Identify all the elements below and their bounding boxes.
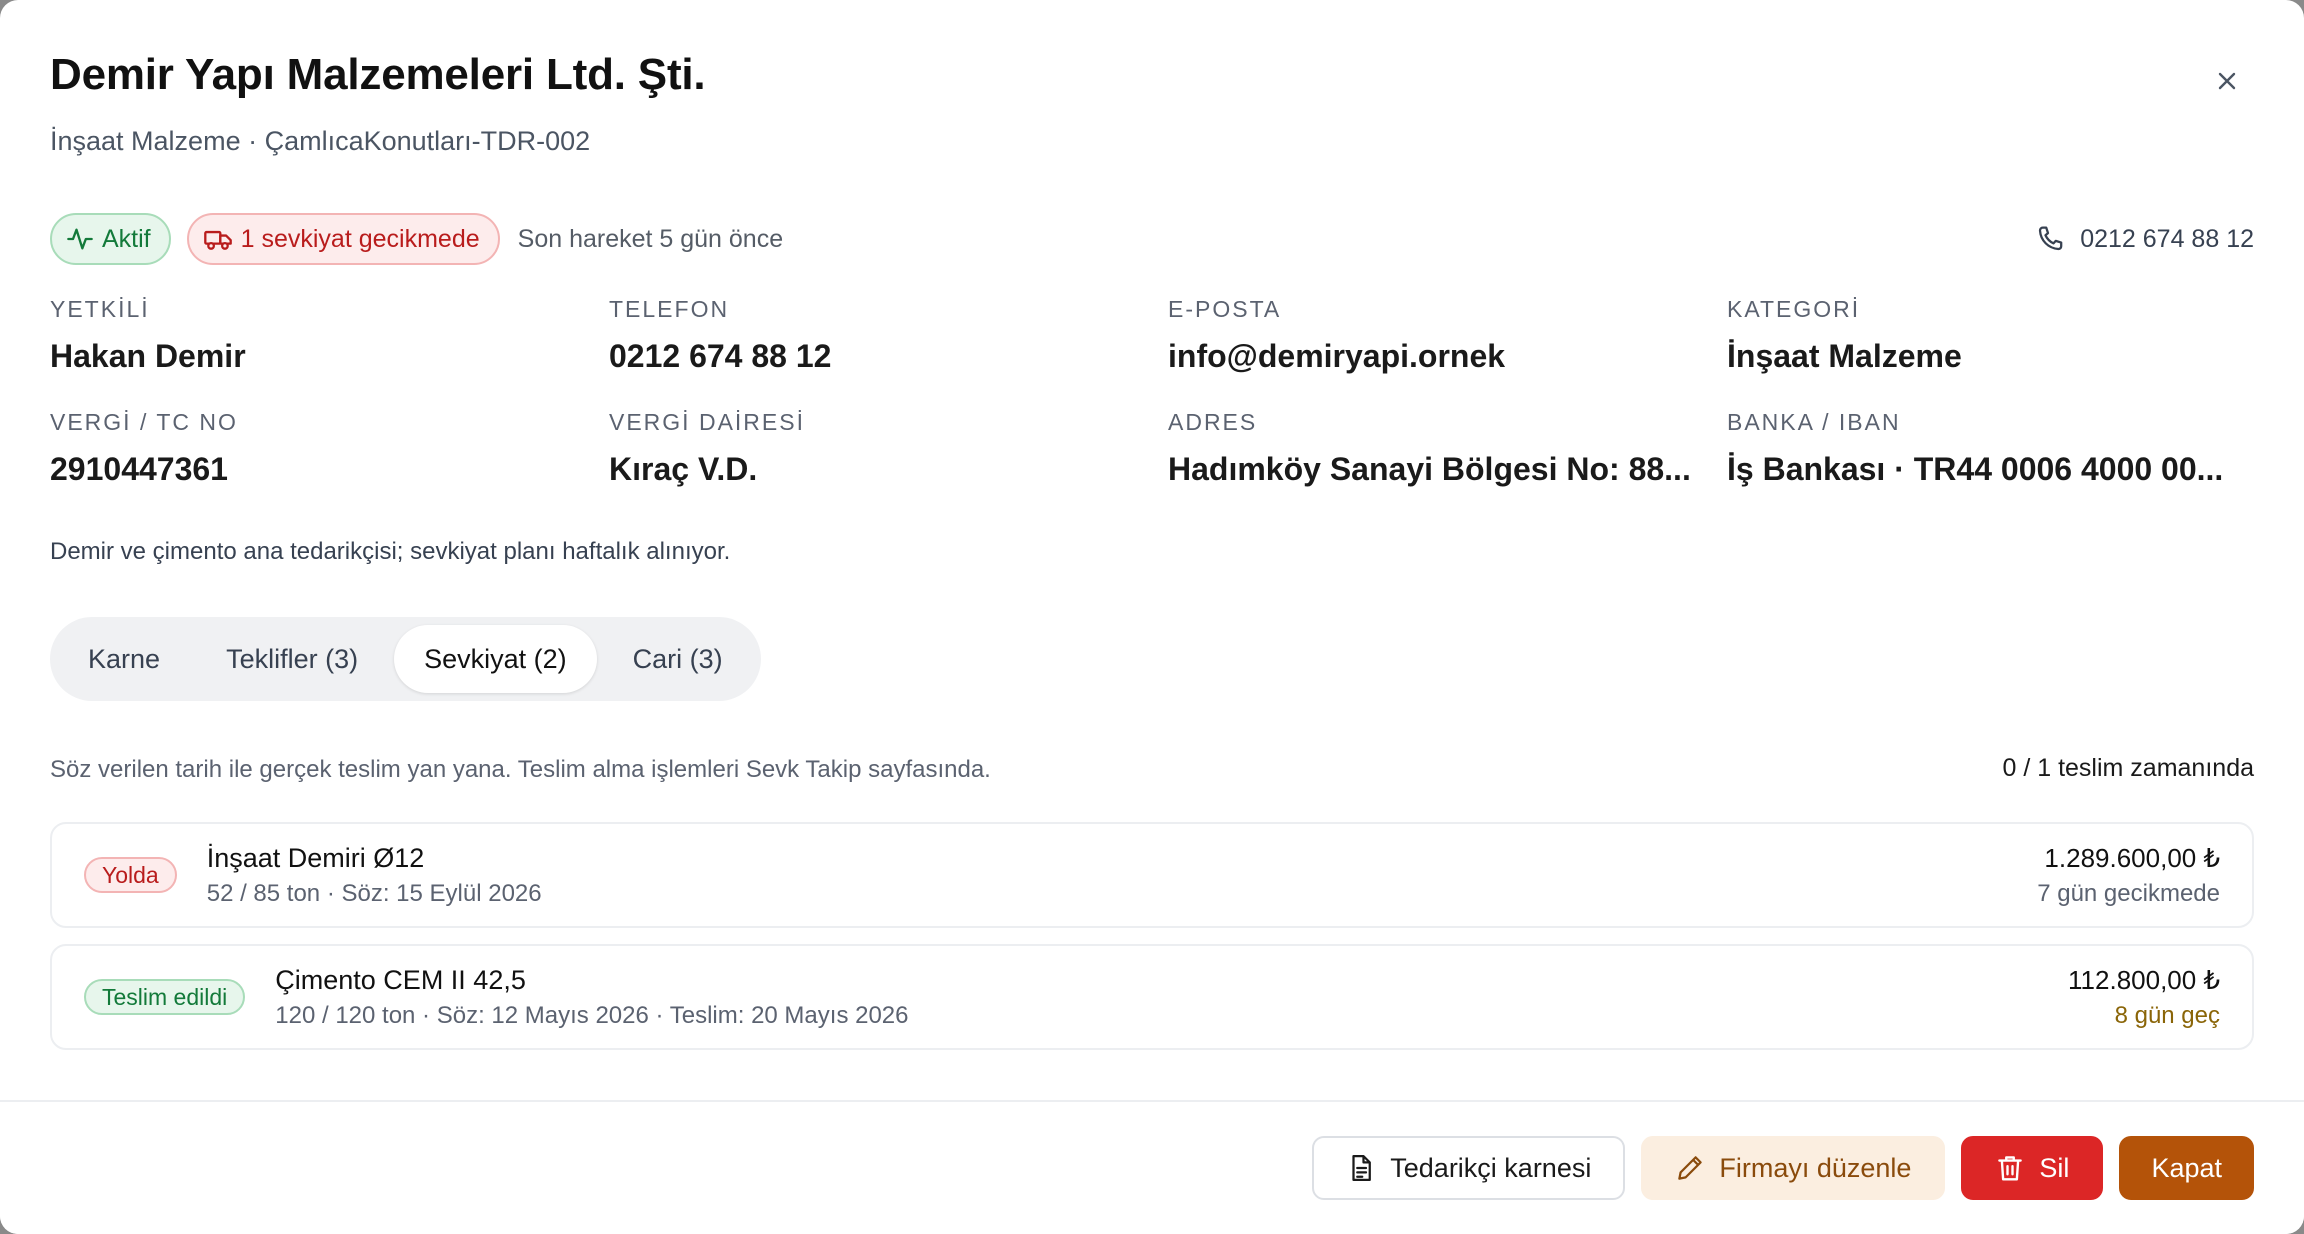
field-tax-office: VERGİ DAİRESİ Kıraç V.D. bbox=[609, 409, 1168, 488]
last-activity-text: Son hareket 5 gün önce bbox=[517, 224, 784, 253]
field-value: Hakan Demir bbox=[50, 338, 246, 374]
field-label: YETKİLİ bbox=[50, 296, 150, 322]
close-button[interactable]: Kapat bbox=[2119, 1136, 2254, 1200]
tab-account[interactable]: Cari (3) bbox=[603, 625, 753, 693]
modal-footer: Tedarikçi karnesi Firmayı düzenle Sil Ka… bbox=[0, 1100, 2304, 1234]
shipment-info: İnşaat Demiri Ø12 52 / 85 ton · Söz: 15 … bbox=[207, 843, 2037, 908]
shipment-row[interactable]: Teslim edildi Çimento CEM II 42,5 120 / … bbox=[50, 944, 2254, 1050]
shipment-row[interactable]: Yolda İnşaat Demiri Ø12 52 / 85 ton · Sö… bbox=[50, 822, 2254, 928]
phone-number: 0212 674 88 12 bbox=[2080, 224, 2254, 253]
field-label: TELEFON bbox=[609, 296, 730, 322]
shipment-delay: 7 gün gecikmede bbox=[2037, 879, 2220, 907]
shipment-amount: 1.289.600,00 ₺ bbox=[2044, 842, 2220, 873]
field-tax-number: VERGİ / TC NO 2910447361 bbox=[50, 409, 609, 488]
supplier-detail-modal: Demir Yapı Malzemeleri Ltd. Şti. İnşaat … bbox=[0, 0, 2304, 1234]
field-value: İş Bankası · TR44 0006 4000 00... bbox=[1727, 451, 2224, 487]
phone-link[interactable]: 0212 674 88 12 bbox=[2034, 218, 2254, 260]
field-email: E-POSTA info@demiryapi.ornek bbox=[1168, 296, 1727, 375]
shipment-summary: 112.800,00 ₺ 8 gün geç bbox=[2068, 965, 2220, 1030]
document-icon bbox=[1346, 1153, 1376, 1183]
shipment-item-name: Çimento CEM II 42,5 bbox=[275, 964, 526, 995]
shipment-detail: 52 / 85 ton · Söz: 15 Eylül 2026 bbox=[206, 879, 542, 907]
field-label: VERGİ / TC NO bbox=[50, 409, 238, 435]
scorecard-button-label: Tedarikçi karnesi bbox=[1390, 1152, 1592, 1183]
active-badge: Aktif bbox=[50, 213, 171, 265]
shipment-info: Çimento CEM II 42,5 120 / 120 ton · Söz:… bbox=[275, 965, 2068, 1030]
supplier-info-grid: YETKİLİ Hakan Demir TELEFON 0212 674 88 … bbox=[50, 296, 2254, 488]
field-value: Hadımköy Sanayi Bölgesi No: 88... bbox=[1168, 451, 1691, 487]
delete-button-label: Sil bbox=[2039, 1152, 2070, 1183]
shipment-item-name: İnşaat Demiri Ø12 bbox=[206, 842, 425, 873]
field-value: Kıraç V.D. bbox=[609, 451, 758, 487]
pencil-icon bbox=[1675, 1153, 1705, 1183]
field-category: KATEGORİ İnşaat Malzeme bbox=[1727, 296, 2254, 375]
modal-content: Demir Yapı Malzemeleri Ltd. Şti. İnşaat … bbox=[50, 0, 2254, 1100]
trash-icon bbox=[1995, 1153, 2025, 1183]
delete-button[interactable]: Sil bbox=[1961, 1136, 2104, 1200]
shipment-amount: 112.800,00 ₺ bbox=[2068, 964, 2220, 995]
tab-offers[interactable]: Teklifler (3) bbox=[196, 625, 388, 693]
activity-icon bbox=[66, 225, 94, 253]
shipments-info: Söz verilen tarih ile gerçek teslim yan … bbox=[50, 756, 991, 783]
late-shipment-badge: 1 sevkiyat gecikmede bbox=[186, 213, 500, 265]
field-value: 0212 674 88 12 bbox=[609, 338, 832, 374]
field-bank-iban: BANKA / IBAN İş Bankası · TR44 0006 4000… bbox=[1727, 409, 2254, 488]
close-icon[interactable] bbox=[2210, 64, 2244, 98]
detail-tabs: Karne Teklifler (3) Sevkiyat (2) Cari (3… bbox=[50, 617, 761, 701]
supplier-subtitle: İnşaat Malzeme · ÇamlıcaKonutları-TDR-00… bbox=[50, 126, 591, 156]
status-badges: Aktif 1 sevkiyat gecikmede Son hareket 5… bbox=[50, 213, 783, 265]
supplier-name: Demir Yapı Malzemeleri Ltd. Şti. bbox=[50, 50, 706, 99]
active-badge-label: Aktif bbox=[102, 224, 151, 253]
field-address: ADRES Hadımköy Sanayi Bölgesi No: 88... bbox=[1168, 409, 1727, 488]
scorecard-button[interactable]: Tedarikçi karnesi bbox=[1312, 1136, 1626, 1200]
shipment-delay: 8 gün geç bbox=[2114, 1001, 2220, 1029]
tab-scorecard[interactable]: Karne bbox=[58, 625, 190, 693]
edit-company-button[interactable]: Firmayı düzenle bbox=[1641, 1136, 1946, 1200]
footer-actions: Tedarikçi karnesi Firmayı düzenle Sil Ka… bbox=[1312, 1136, 2254, 1200]
field-label: VERGİ DAİRESİ bbox=[609, 409, 805, 435]
late-badge-label: 1 sevkiyat gecikmede bbox=[240, 224, 480, 253]
field-label: KATEGORİ bbox=[1727, 296, 1861, 322]
on-time-summary: 0 / 1 teslim zamanında bbox=[2002, 754, 2254, 782]
status-badge-in-transit: Yolda bbox=[84, 857, 177, 893]
edit-button-label: Firmayı düzenle bbox=[1719, 1152, 1912, 1183]
field-phone: TELEFON 0212 674 88 12 bbox=[609, 296, 1168, 375]
status-badge-delivered: Teslim edildi bbox=[84, 979, 246, 1015]
field-contact-person: YETKİLİ Hakan Demir bbox=[50, 296, 609, 375]
shipment-list: Yolda İnşaat Demiri Ø12 52 / 85 ton · Sö… bbox=[50, 822, 2254, 1050]
field-label: BANKA / IBAN bbox=[1727, 409, 1901, 435]
field-value: İnşaat Malzeme bbox=[1727, 338, 1962, 374]
shipment-detail: 120 / 120 ton · Söz: 12 Mayıs 2026 · Tes… bbox=[275, 1001, 909, 1029]
field-value: 2910447361 bbox=[50, 451, 228, 487]
field-label: ADRES bbox=[1168, 409, 1258, 435]
tab-shipments[interactable]: Sevkiyat (2) bbox=[394, 625, 597, 693]
field-value: info@demiryapi.ornek bbox=[1168, 338, 1506, 374]
phone-icon bbox=[2034, 223, 2066, 255]
truck-icon bbox=[203, 225, 233, 253]
field-label: E-POSTA bbox=[1168, 296, 1282, 322]
shipment-summary: 1.289.600,00 ₺ 7 gün gecikmede bbox=[2037, 843, 2220, 908]
supplier-note: Demir ve çimento ana tedarikçisi; sevkiy… bbox=[50, 538, 731, 565]
